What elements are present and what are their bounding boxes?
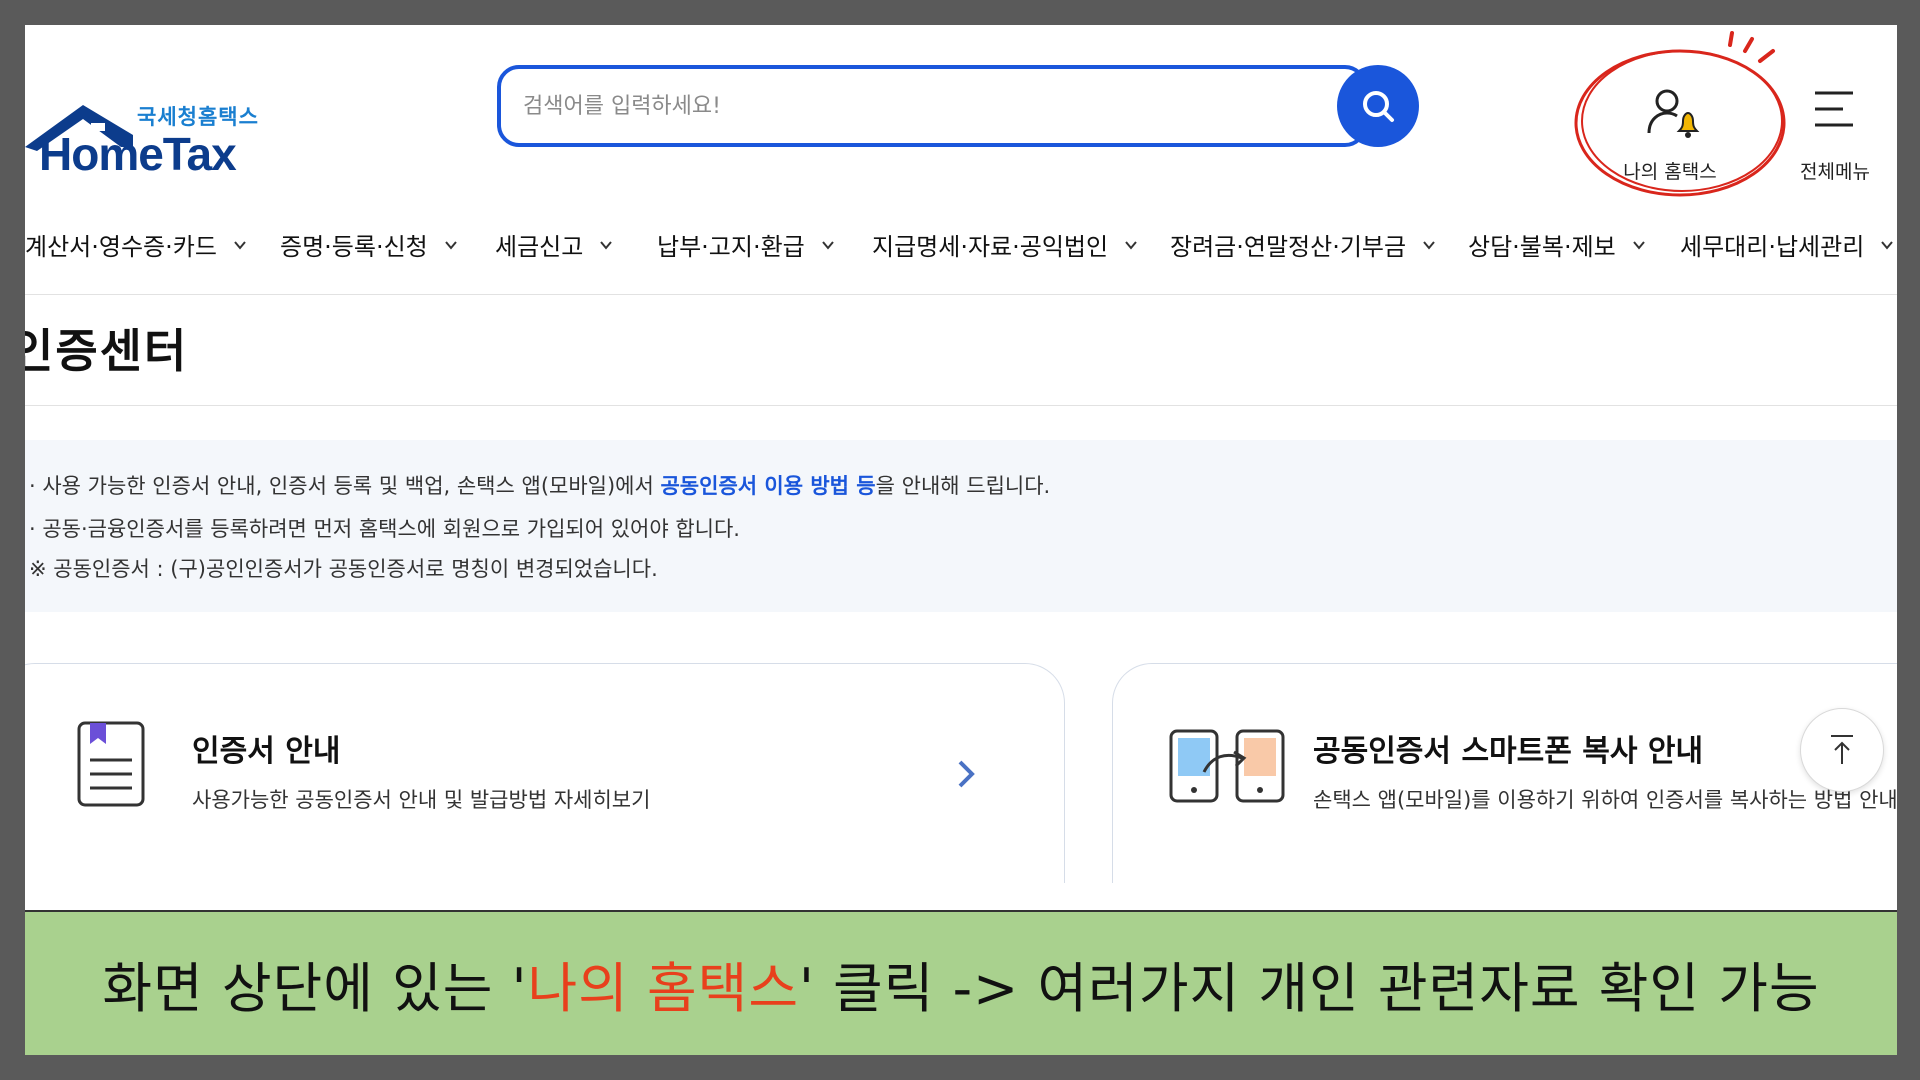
notice-line-2: · 공동·금융인증서를 등록하려면 먼저 홈택스에 회원으로 가입되어 있어야 … [29,517,740,541]
caption-suffix: ' 클릭 -> 여러가지 개인 관련자료 확인 가능 [799,957,1820,1020]
chevron-down-icon [444,240,457,250]
card-description: 사용가능한 공동인증서 안내 및 발급방법 자세히보기 [192,788,651,812]
chevron-down-icon [1632,240,1645,250]
nav-item-incentive-yearend[interactable]: 장려금·연말정산·기부금 [1170,227,1436,262]
nav-item-label: 납부·고지·환급 [657,233,805,261]
nav-item-certificate-registration[interactable]: 증명·등록·신청 [280,227,458,262]
notice-text: 을 안내해 드립니다. [875,474,1051,498]
nav-item-label: 증명·등록·신청 [280,233,428,261]
arrow-up-icon [1831,735,1853,764]
search-icon [1363,91,1394,122]
notice-line-3: ※ 공동인증서 : (구)공인인증서가 공동인증서로 명칭이 변경되었습니다. [29,557,658,581]
browser-viewport: 국세청홈택스 HomeTax 나의 홈택스 [25,25,1897,1055]
nav-item-label: 상담·불복·제보 [1468,233,1616,261]
caption-highlight: 나의 홈택스 [527,957,800,1020]
nav-item-consultation[interactable]: 상담·불복·제보 [1468,227,1646,262]
nav-item-payment-statement[interactable]: 지급명세·자료·공익법인 [872,227,1138,262]
main-nav: 계산서·영수증·카드 증명·등록·신청 세금신고 납부·고지·환급 지급명세·자… [25,205,1897,295]
search-input[interactable] [523,69,1263,143]
nav-item-tax-return[interactable]: 세금신고 [495,227,613,262]
nav-item-label: 세금신고 [495,233,584,261]
scroll-to-top-button[interactable] [1800,708,1884,792]
hometax-logo[interactable]: 국세청홈택스 HomeTax [25,63,265,180]
annotation-circle [1574,31,1786,197]
card-title: 공동인증서 스마트폰 복사 안내 [1313,734,1704,769]
page-title: 인증센터 [25,324,189,378]
card-smartphone-copy-guide[interactable]: 공동인증서 스마트폰 복사 안내 손택스 앱(모바일)를 이용하기 위하여 인증… [1112,663,1897,883]
nav-item-label: 세무대리·납세관리 [1680,233,1865,261]
chevron-down-icon [1881,240,1894,250]
card-certificate-guide[interactable]: 인증서 안내 사용가능한 공동인증서 안내 및 발급방법 자세히보기 [25,663,1065,883]
caption-text: 화면 상단에 있는 '나의 홈택스' 클릭 -> 여러가지 개인 관련자료 확인… [102,944,1819,1023]
nav-item-label: 계산서·영수증·카드 [25,233,217,261]
logo-wordmark: HomeTax [39,128,237,180]
chevron-right-icon [958,760,975,788]
notice-highlight: 공동인증서 이용 방법 등 [660,474,876,498]
search-box [497,65,1367,147]
hamburger-menu-icon [1815,91,1853,127]
all-menu-label: 전체메뉴 [1800,161,1870,183]
notice-line-1: · 사용 가능한 인증서 안내, 인증서 등록 및 백업, 손택스 앱(모바일)… [29,470,1050,500]
nav-item-label: 장려금·연말정산·기부금 [1170,233,1407,261]
card-description: 손택스 앱(모바일)를 이용하기 위하여 인증서를 복사하는 방법 안내 [1313,788,1897,812]
all-menu-button[interactable]: 전체메뉴 [1795,65,1875,183]
chevron-down-icon [234,240,246,250]
nav-item-invoice-receipt-card[interactable]: 계산서·영수증·카드 [25,227,247,262]
notice-text: · 사용 가능한 인증서 안내, 인증서 등록 및 백업, 손택스 앱(모바일)… [29,474,661,498]
notice-box: · 사용 가능한 인증서 안내, 인증서 등록 및 백업, 손택스 앱(모바일)… [25,440,1897,612]
chevron-down-icon [1125,240,1137,250]
phone-copy-icon [1169,729,1285,803]
chevron-down-icon [1423,240,1435,250]
chevron-down-icon [821,240,834,250]
nav-item-tax-agent[interactable]: 세무대리·납세관리 [1680,227,1894,262]
document-bookmark-icon [77,721,145,807]
caption-bar: 화면 상단에 있는 '나의 홈택스' 클릭 -> 여러가지 개인 관련자료 확인… [25,910,1897,1055]
card-title: 인증서 안내 [192,734,341,769]
search-button[interactable] [1337,65,1419,147]
caption-prefix: 화면 상단에 있는 ' [102,957,528,1020]
divider [25,405,1897,406]
nav-item-payment-refund[interactable]: 납부·고지·환급 [657,227,835,262]
nav-item-label: 지급명세·자료·공익법인 [872,233,1109,261]
chevron-down-icon [600,240,613,250]
